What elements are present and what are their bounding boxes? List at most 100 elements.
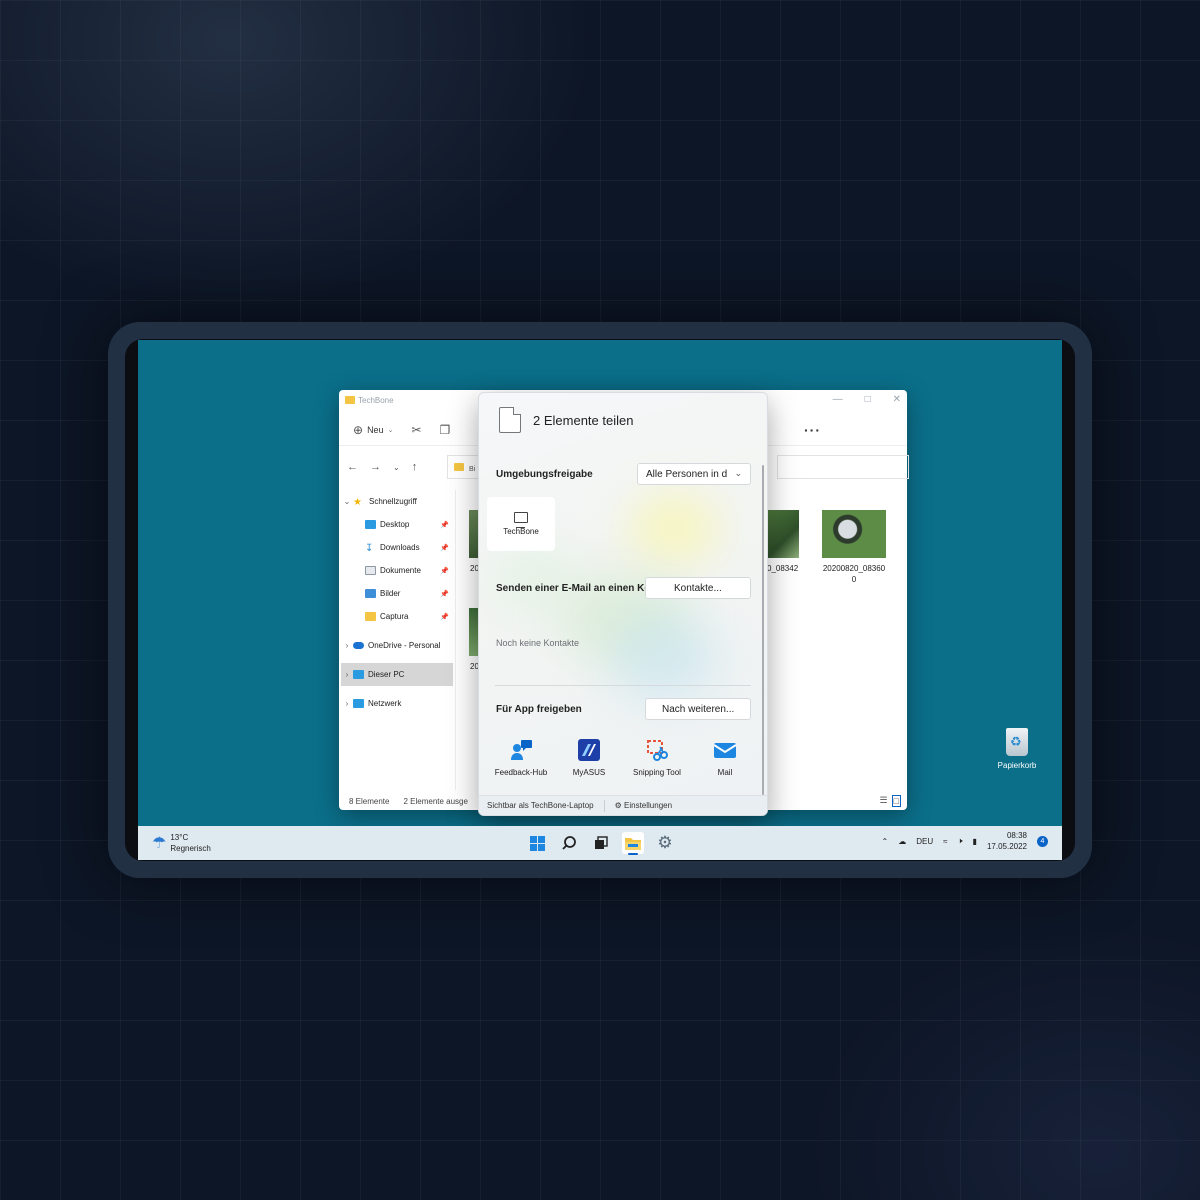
notification-badge[interactable]: 4 [1037, 835, 1048, 847]
computer-icon [514, 512, 528, 528]
app-snipping-tool[interactable]: Snipping Tool [622, 738, 692, 777]
sidebar-item-dieser-pc[interactable]: › Dieser PC [341, 663, 453, 686]
sidebar-item-dokumente[interactable]: Dokumente 📌 [341, 559, 453, 582]
share-title: 2 Elemente teilen [533, 412, 634, 428]
chevron-right-icon[interactable]: › [341, 641, 353, 650]
weather-description: Regnerisch [170, 844, 211, 853]
app-myasus[interactable]: MyASUS [554, 738, 624, 777]
decorative-glow [609, 613, 719, 703]
folder-icon [345, 396, 355, 404]
file-label: 0 [851, 575, 857, 584]
recycle-bin-shortcut[interactable]: Papierkorb [992, 728, 1042, 770]
visibility-text: Sichtbar als TechBone-Laptop [487, 801, 594, 810]
share-footer: Sichtbar als TechBone-Laptop ⚙ Einstellu… [479, 795, 767, 815]
folder-icon [365, 612, 376, 621]
feedback-hub-icon [511, 740, 532, 760]
pin-icon: 📌 [440, 590, 449, 598]
sidebar-item-label: Schnellzugriff [369, 497, 417, 506]
sidebar-item-label: Captura [380, 612, 409, 621]
chevron-right-icon[interactable]: › [341, 699, 353, 708]
contacts-button[interactable]: Kontakte... [645, 577, 751, 599]
close-icon[interactable]: ✕ [893, 394, 901, 405]
file-label: 0_08342 [767, 564, 799, 573]
pictures-icon [365, 589, 376, 598]
chevron-down-icon: ⌄ [734, 468, 742, 478]
settings-taskbar-button[interactable]: ⚙ [654, 832, 676, 854]
forward-icon[interactable]: → [370, 461, 381, 473]
sidebar-item-netzwerk[interactable]: › Netzwerk [341, 692, 453, 715]
chevron-down-icon[interactable]: ⌄ [341, 497, 353, 506]
file-explorer-icon [625, 838, 641, 850]
find-more-apps-button[interactable]: Nach weiteren... [645, 698, 751, 720]
gear-icon: ⚙ [614, 801, 622, 810]
up-icon[interactable]: ↑ [412, 461, 418, 473]
maximize-icon[interactable]: □ [865, 394, 871, 405]
sidebar-item-onedrive[interactable]: › OneDrive - Personal [341, 634, 453, 657]
file-label: 20200820_08360 [822, 564, 886, 573]
settings-link[interactable]: ⚙ Einstellungen [615, 801, 672, 810]
app-feedback-hub[interactable]: Feedback-Hub [486, 738, 556, 777]
clock[interactable]: 08:38 17.05.2022 [987, 830, 1027, 852]
file-explorer-taskbar-button[interactable] [622, 832, 644, 855]
image-thumbnail[interactable] [767, 510, 799, 558]
footer-divider [603, 799, 605, 812]
start-button[interactable] [526, 832, 548, 854]
explorer-title: TechBone [358, 395, 394, 405]
sidebar-item-schnellzugriff[interactable]: ⌄ ★ Schnellzugriff [341, 490, 453, 513]
task-view-button[interactable] [590, 832, 612, 854]
app-label: Snipping Tool [633, 768, 681, 777]
minimize-icon[interactable]: — [833, 394, 843, 405]
gear-icon: ⚙ [657, 833, 673, 852]
pin-icon: 📌 [440, 521, 449, 529]
recent-locations-icon[interactable]: ⌄ [393, 463, 400, 472]
item-count: 8 Elemente [349, 796, 390, 806]
decorative-glow [489, 543, 579, 613]
mail-icon [713, 743, 737, 758]
recycle-bin-icon [1006, 728, 1028, 756]
folder-icon [454, 463, 464, 471]
volume-icon[interactable]: 🕨 [958, 836, 963, 846]
pane-divider [455, 490, 456, 790]
nearby-device-techbone[interactable]: TechBone [487, 497, 555, 551]
details-view-icon[interactable]: ☰ [879, 795, 887, 807]
document-icon [499, 407, 521, 433]
battery-icon[interactable]: ▮ [973, 837, 977, 846]
sidebar-item-label: OneDrive - Personal [368, 641, 441, 650]
sidebar-item-captura[interactable]: Captura 📌 [341, 605, 453, 628]
chevron-up-icon[interactable]: ⌃ [882, 837, 889, 846]
divider [495, 685, 751, 686]
image-thumbnail[interactable] [822, 510, 886, 558]
wifi-icon[interactable]: ≈ [943, 837, 947, 846]
window-controls: — □ ✕ [833, 394, 901, 405]
search-input[interactable] [777, 455, 909, 479]
copy-icon[interactable]: ❐ [440, 423, 451, 437]
sidebar-item-downloads[interactable]: ↧ Downloads 📌 [341, 536, 453, 559]
search-button[interactable] [558, 832, 580, 854]
share-header: 2 Elemente teilen [499, 407, 633, 433]
decorative-glow [629, 493, 719, 563]
settings-label: Einstellungen [624, 801, 673, 810]
weather-widget[interactable]: ☂ 13°C Regnerisch [152, 832, 211, 854]
app-mail[interactable]: Mail [690, 738, 760, 777]
nearby-sharing-select[interactable]: Alle Personen in d ⌄ [637, 463, 751, 485]
taskbar: ☂ 13°C Regnerisch ⚙ ⌃ ☁ DEU ≈ 🕨 ▮ 08:38 … [138, 826, 1062, 860]
chevron-right-icon[interactable]: › [341, 670, 353, 679]
new-button[interactable]: ⊕ Neu ⌄ [353, 423, 393, 437]
cloud-icon[interactable]: ☁ [898, 837, 906, 846]
network-icon [353, 699, 364, 708]
more-options-icon[interactable]: ··· [804, 422, 821, 438]
language-indicator[interactable]: DEU [916, 837, 933, 846]
sidebar-item-desktop[interactable]: Desktop 📌 [341, 513, 453, 536]
share-dialog: 2 Elemente teilen Umgebungsfreigabe Alle… [478, 392, 768, 816]
sidebar-item-label: Dokumente [380, 566, 421, 575]
clock-time: 08:38 [1006, 831, 1027, 840]
weather-text: 13°C Regnerisch [170, 832, 210, 854]
back-icon[interactable]: ← [347, 461, 358, 473]
selected-count: 2 Elemente ausge [403, 796, 468, 806]
cut-icon[interactable]: ✂ [411, 423, 421, 437]
tiles-view-icon[interactable]: □ [891, 795, 901, 807]
scrollbar[interactable] [762, 465, 764, 795]
sidebar-item-bilder[interactable]: Bilder 📌 [341, 582, 453, 605]
chevron-down-icon: ⌄ [387, 426, 394, 434]
sidebar-item-label: Desktop [380, 520, 410, 529]
